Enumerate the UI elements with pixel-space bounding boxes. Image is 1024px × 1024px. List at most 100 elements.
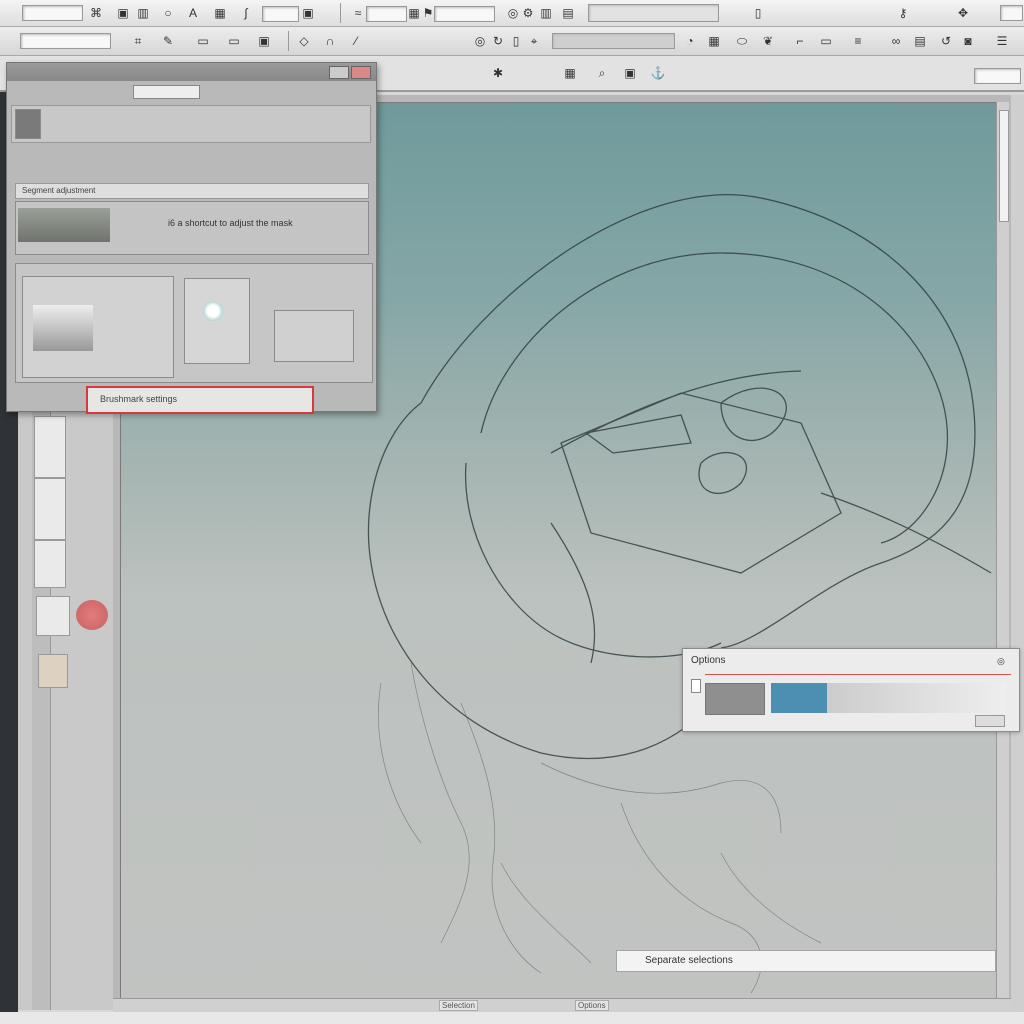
gradient-bar[interactable] [827, 683, 1005, 713]
options-toolbar: ⌗ ✎ ▭ ▭ ▣ ◇ ∩ ⁄ ◎ ↻ ▯ ⌖ ◔ ▦ ⬭ ❦ ⌐ ▭ ≡ ∞ … [0, 27, 1024, 56]
spiral-icon[interactable]: ◔ [682, 34, 698, 48]
stack-icon[interactable]: ☰ [994, 34, 1010, 48]
circle-icon[interactable]: ○ [160, 6, 176, 20]
status-field[interactable]: Separate selections [616, 950, 996, 972]
toolbar-search[interactable] [588, 4, 719, 22]
bracket-icon[interactable]: ⌐ [792, 34, 808, 48]
rect-icon[interactable]: ▭ [226, 34, 242, 48]
ellipse-icon[interactable]: ⬭ [734, 34, 750, 48]
bottom-status-bar: Selection Options [113, 998, 1011, 1013]
bottom-left-label[interactable]: Selection [439, 1000, 478, 1011]
box-icon[interactable]: ▭ [818, 34, 834, 48]
bottom-edge [0, 1012, 1024, 1024]
toolbar-field-2[interactable] [262, 6, 299, 22]
dialog-titlebar[interactable] [7, 63, 376, 81]
thumbnail-3[interactable] [34, 540, 66, 588]
dialog-toolstrip [11, 105, 371, 143]
options-field[interactable] [20, 33, 111, 49]
thumbnail-1[interactable] [34, 416, 66, 478]
toolbar-field-4[interactable] [434, 6, 495, 22]
thumbnail-4[interactable] [36, 596, 70, 636]
right-edge [1011, 95, 1024, 1024]
dialog-right-pane [274, 310, 354, 362]
pane-image [33, 305, 93, 351]
toolbar-field-3[interactable] [366, 6, 407, 22]
list-icon[interactable]: ≡ [850, 34, 866, 48]
refresh-icon[interactable]: ↺ [938, 34, 954, 48]
lasso-icon[interactable]: ◇ [296, 34, 312, 48]
pen-tool-icon[interactable]: ⌘ [88, 6, 104, 20]
thumbnail-5[interactable] [38, 654, 68, 688]
top-toolbar: ⌘ ▣ ▥ ○ A ▦ ∫ ▣ ≈ ▦ ⚑ ◎ ⚙ ▥ ▤ ▯ ⚷ ✥ [0, 0, 1024, 27]
settings-icon[interactable]: ⚙ [520, 6, 536, 20]
refine-field[interactable] [552, 33, 675, 49]
options-header: Options ◎ [683, 649, 1019, 671]
leaf-icon[interactable]: ❦ [760, 34, 776, 48]
close-button[interactable] [351, 66, 371, 79]
search-icon[interactable]: ⌕ [594, 66, 610, 80]
zoom-field[interactable] [974, 68, 1021, 84]
crop-icon[interactable]: ⌗ [130, 34, 146, 48]
move-icon[interactable]: ✥ [955, 6, 971, 20]
options-divider [705, 674, 1011, 675]
toolbar-field-1[interactable] [22, 5, 83, 21]
dialog-middle-pane [184, 278, 250, 364]
eyedropper-icon[interactable]: ✎ [160, 34, 176, 48]
help-icon[interactable]: ◎ [997, 656, 1005, 667]
dialog-main-label: i6 a shortcut to adjust the mask [168, 218, 293, 228]
separator [340, 3, 341, 23]
camera-icon[interactable]: ▦ [212, 6, 228, 20]
panel-icon[interactable]: ▤ [560, 6, 576, 20]
chart-icon[interactable]: ▥ [538, 6, 554, 20]
dialog-thumbnail[interactable] [15, 109, 41, 139]
vertical-scrollbar[interactable] [996, 102, 1009, 998]
magnet-icon[interactable]: ∩ [322, 34, 338, 48]
floating-dialog: Segment adjustment i6 a shortcut to adju… [6, 62, 377, 412]
dialog-field[interactable] [133, 85, 200, 99]
box-icon[interactable]: ▭ [195, 34, 211, 48]
image-icon[interactable]: ▣ [115, 6, 131, 20]
camera-icon[interactable]: ◙ [960, 34, 976, 48]
adjust-icon[interactable]: ◎ [505, 6, 521, 20]
star-icon[interactable]: ✱ [490, 66, 506, 80]
swatch-blue[interactable] [771, 683, 827, 713]
anchor-icon[interactable]: ⚓ [650, 66, 666, 80]
highlighted-field[interactable]: Brushmark settings [86, 386, 314, 414]
refresh-icon[interactable]: ↻ [490, 34, 506, 48]
thumbnail-2[interactable] [34, 478, 66, 540]
highlighted-field-label: Brushmark settings [100, 394, 178, 404]
preview-image [18, 208, 110, 242]
wand-icon[interactable]: ⁄ [348, 34, 364, 48]
dialog-row-label: Segment adjustment [22, 186, 96, 195]
bottom-right-label[interactable]: Options [575, 1000, 609, 1011]
radio-icon[interactable] [203, 301, 223, 321]
link-icon[interactable]: ∞ [888, 34, 904, 48]
toolbar-field-5[interactable] [1000, 5, 1023, 21]
dialog-preview: i6 a shortcut to adjust the mask [15, 201, 369, 255]
ok-button[interactable] [975, 715, 1005, 727]
screen-icon[interactable]: ▣ [256, 34, 272, 48]
pattern-icon[interactable]: ▦ [706, 34, 722, 48]
separator [288, 31, 289, 51]
key-icon[interactable]: ⚷ [895, 6, 911, 20]
brush-icon[interactable]: ∫ [238, 6, 254, 20]
frame-icon[interactable]: ▣ [300, 6, 316, 20]
text-tool-icon[interactable]: A [185, 6, 201, 20]
pin-icon[interactable]: ⌖ [526, 34, 542, 48]
film-icon[interactable]: ▤ [912, 34, 928, 48]
document-icon[interactable]: ▯ [750, 6, 766, 20]
calendar-icon[interactable]: ▣ [622, 66, 638, 80]
scrollbar-thumb[interactable] [999, 110, 1009, 222]
target-icon[interactable]: ◎ [472, 34, 488, 48]
color-swatch-red[interactable] [76, 600, 108, 630]
dialog-row[interactable]: Segment adjustment [15, 183, 369, 199]
grid-icon[interactable]: ▦ [562, 66, 578, 80]
dialog-content-area [15, 263, 373, 383]
minimize-button[interactable] [329, 66, 349, 79]
swatch-gray[interactable] [705, 683, 765, 715]
options-checkbox[interactable] [691, 679, 701, 693]
wave-icon[interactable]: ≈ [350, 6, 366, 20]
layers-icon[interactable]: ▥ [135, 6, 151, 20]
phone-icon[interactable]: ▯ [508, 34, 524, 48]
status-text: Separate selections [645, 955, 733, 966]
